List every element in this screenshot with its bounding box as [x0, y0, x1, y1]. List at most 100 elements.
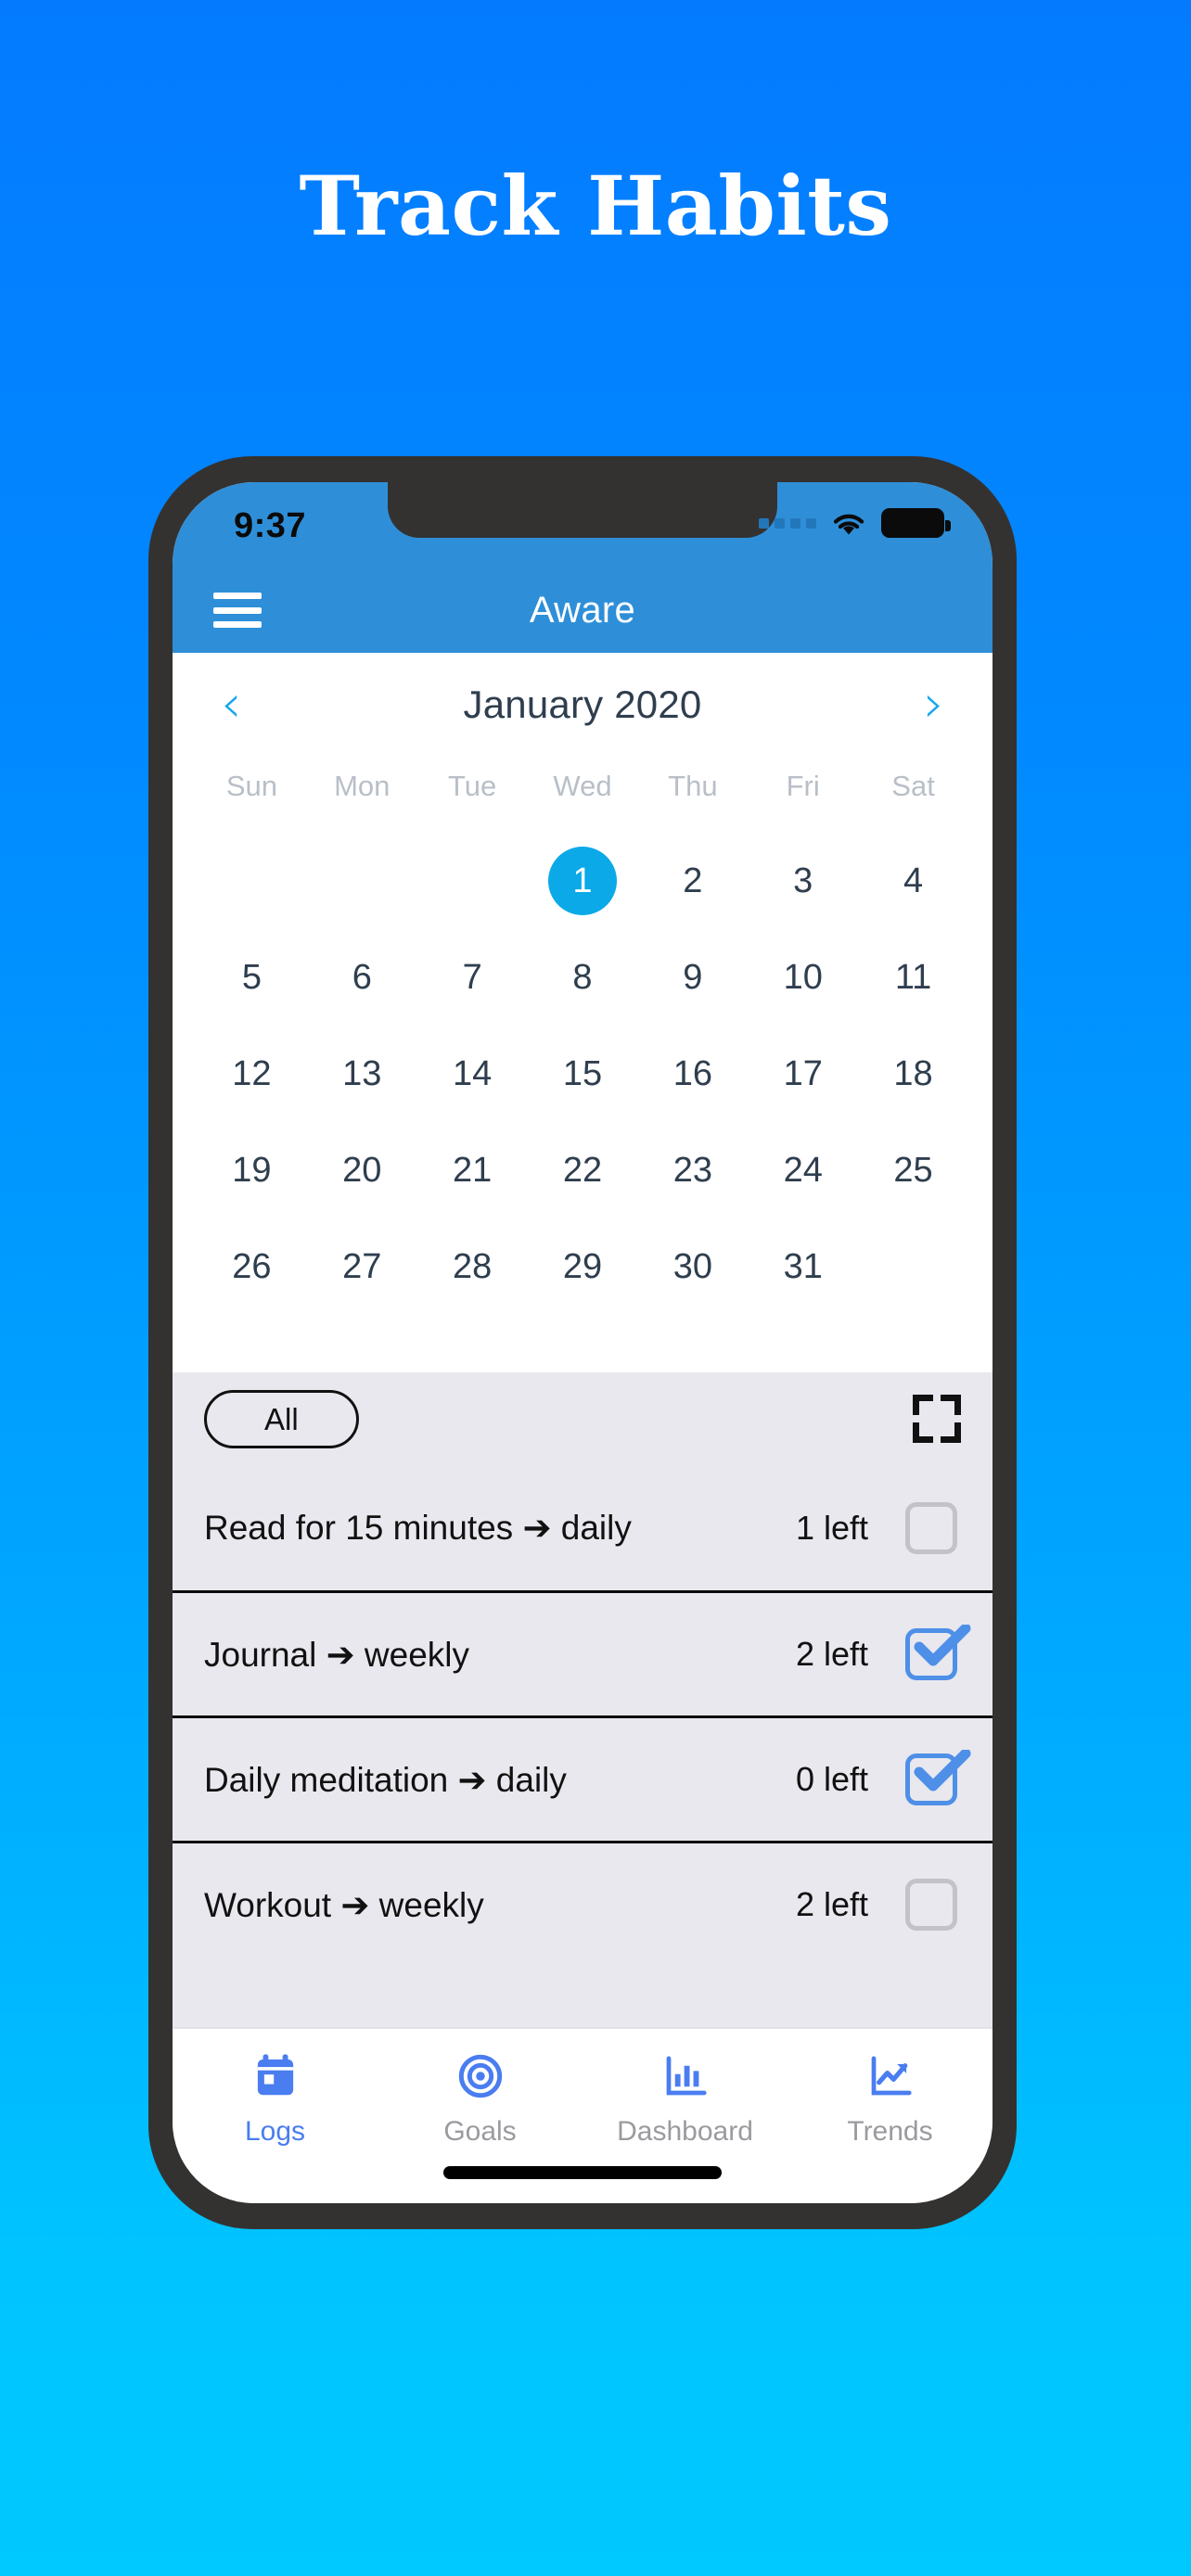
calendar-day-label: 14 [452, 1053, 493, 1093]
calendar-day-label: 8 [572, 957, 593, 997]
calendar-day-13[interactable]: 13 [307, 1026, 417, 1122]
calendar-day-2[interactable]: 2 [637, 833, 748, 929]
calendar-day-24[interactable]: 24 [748, 1122, 858, 1218]
habit-list-area: All Read for 15 minutes ➔ daily 1 left Jou… [173, 1372, 992, 2027]
page-title: Track Habits [299, 158, 892, 254]
nav-label: Logs [244, 2116, 306, 2147]
battery-full-icon [881, 508, 951, 538]
calendar-day-label: 17 [783, 1053, 823, 1093]
calendar-day-7[interactable]: 7 [417, 929, 528, 1026]
calendar-day-21[interactable]: 21 [417, 1122, 528, 1218]
calendar-day-23[interactable]: 23 [637, 1122, 748, 1218]
calendar-day-label: 2 [683, 861, 703, 900]
calendar-day-label: 15 [562, 1053, 603, 1093]
filter-bar: All [173, 1372, 992, 1465]
calendar-day-6[interactable]: 6 [307, 929, 417, 1026]
calendar-day-label: 28 [452, 1246, 493, 1286]
calendar-day-14[interactable]: 14 [417, 1026, 528, 1122]
fullscreen-expand-icon[interactable] [913, 1395, 961, 1443]
calendar-weekday-sun: Sun [225, 770, 277, 802]
calendar-spacer [197, 1315, 968, 1372]
calendar-day-label: 21 [452, 1150, 493, 1190]
calendar: ‹ January 2020 › Sun Mon Tue Wed Thu Fri Sat 1… [173, 653, 992, 1372]
calendar-day-30[interactable]: 30 [637, 1218, 748, 1315]
calendar-day-20[interactable]: 20 [307, 1122, 417, 1218]
habit-row[interactable]: Daily meditation ➔ daily 0 left [173, 1715, 992, 1841]
calendar-day-label: 13 [342, 1053, 382, 1093]
calendar-day-label: 25 [893, 1150, 933, 1190]
chevron-left-icon[interactable]: ‹ [221, 679, 241, 731]
habit-row[interactable]: Read for 15 minutes ➔ daily 1 left [173, 1465, 992, 1590]
calendar-day-blank [417, 833, 528, 929]
calendar-day-blank [197, 833, 307, 929]
calendar-day-label: 22 [562, 1150, 603, 1190]
calendar-month-label: January 2020 [463, 682, 702, 726]
calendar-weekday-mon: Mon [334, 770, 391, 802]
calendar-weekday-tue: Tue [447, 770, 497, 802]
calendar-day-3[interactable]: 3 [748, 833, 858, 929]
calendar-day-4[interactable]: 4 [858, 833, 968, 929]
calendar-weekday-sat: Sat [891, 770, 935, 802]
bar-chart-icon [660, 2051, 711, 2101]
line-chart-icon [865, 2051, 916, 2101]
notch [388, 482, 777, 538]
calendar-day-27[interactable]: 27 [307, 1218, 417, 1315]
calendar-day-15[interactable]: 15 [528, 1026, 638, 1122]
status-indicators [759, 508, 951, 538]
calendar-day-label: 6 [352, 957, 372, 997]
calendar-day-17[interactable]: 17 [748, 1026, 858, 1122]
nav-item-logs[interactable]: Logs [173, 2051, 378, 2148]
phone-screen: 9:37 Aware ‹ January 2020 › Sun Mon Tue … [173, 482, 992, 2203]
calendar-day-16[interactable]: 16 [637, 1026, 748, 1122]
calendar-day-blank [307, 833, 417, 929]
calendar-day-label: 27 [342, 1246, 382, 1286]
calendar-day-31[interactable]: 31 [748, 1218, 858, 1315]
calendar-day-9[interactable]: 9 [637, 929, 748, 1026]
calendar-day-label: 29 [562, 1246, 603, 1286]
habit-remaining-count: 2 left [795, 1885, 868, 1923]
habit-checkbox-unchecked[interactable] [905, 1879, 957, 1931]
nav-label: Trends [847, 2116, 933, 2147]
home-indicator [443, 2166, 722, 2179]
calendar-day-label: 10 [783, 957, 823, 997]
check-mark-icon [914, 1625, 971, 1666]
wifi-icon [829, 509, 868, 537]
status-bar: 9:37 [173, 482, 992, 567]
calendar-day-22[interactable]: 22 [528, 1122, 638, 1218]
habit-row[interactable]: Journal ➔ weekly 2 left [173, 1590, 992, 1715]
checkbox-box [905, 1501, 957, 1554]
calendar-day-5[interactable]: 5 [197, 929, 307, 1026]
nav-item-goals[interactable]: Goals [378, 2051, 583, 2148]
checkbox-box [905, 1879, 957, 1931]
habit-checkbox-checked[interactable] [905, 1625, 971, 1680]
calendar-day-12[interactable]: 12 [197, 1026, 307, 1122]
filter-all-button[interactable]: All [204, 1389, 359, 1448]
calendar-day-28[interactable]: 28 [417, 1218, 528, 1315]
calendar-day-label: 16 [672, 1053, 712, 1093]
nav-item-trends[interactable]: Trends [788, 2051, 992, 2148]
hamburger-menu-icon[interactable] [213, 593, 262, 628]
calendar-day-25[interactable]: 25 [858, 1122, 968, 1218]
habit-remaining-count: 1 left [795, 1508, 868, 1547]
target-icon [455, 2051, 506, 2101]
calendar-day-18[interactable]: 18 [858, 1026, 968, 1122]
calendar-day-8[interactable]: 8 [528, 929, 638, 1026]
calendar-icon [250, 2051, 301, 2101]
habit-checkbox-unchecked[interactable] [905, 1501, 957, 1554]
habit-row[interactable]: Workout ➔ weekly 2 left [173, 1841, 992, 1966]
calendar-day-10[interactable]: 10 [748, 929, 858, 1026]
calendar-day-label: 12 [232, 1053, 272, 1093]
nav-item-dashboard[interactable]: Dashboard [583, 2051, 788, 2148]
calendar-day-label: 1 [547, 847, 617, 915]
habit-remaining-count: 2 left [795, 1635, 868, 1673]
calendar-day-19[interactable]: 19 [197, 1122, 307, 1218]
calendar-day-11[interactable]: 11 [858, 929, 968, 1026]
calendar-day-26[interactable]: 26 [197, 1218, 307, 1315]
calendar-day-29[interactable]: 29 [528, 1218, 638, 1315]
app-bar: Aware [173, 567, 992, 653]
phone-mockup: 9:37 Aware ‹ January 2020 › Sun Mon Tue … [148, 456, 1017, 2229]
chevron-right-icon[interactable]: › [924, 679, 944, 731]
calendar-day-1[interactable]: 1 [528, 833, 638, 929]
habit-rows: Read for 15 minutes ➔ daily 1 left Journal… [173, 1465, 992, 1966]
habit-checkbox-checked[interactable] [905, 1750, 971, 1805]
